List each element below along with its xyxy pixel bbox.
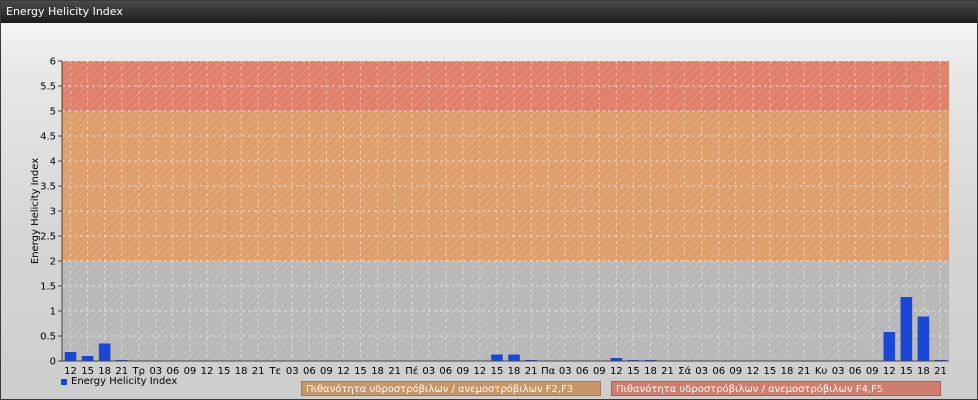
x-tick-label-29: 03 bbox=[559, 366, 572, 377]
x-tick-label-17: 15 bbox=[354, 366, 367, 377]
x-tick-label-10: 18 bbox=[235, 366, 248, 377]
x-tick-label-42: 18 bbox=[781, 366, 794, 377]
band-label-f2f3: Πιθανότητα υδροστρόβιλων / ανεμοστρόβιλω… bbox=[301, 381, 601, 396]
x-tick-label-26: 18 bbox=[508, 366, 521, 377]
bar-2 bbox=[98, 343, 111, 361]
x-tick-label-13: 03 bbox=[286, 366, 299, 377]
x-tick-label-35: 21 bbox=[661, 366, 674, 377]
y-tick-label-9: 4.5 bbox=[40, 132, 56, 143]
x-tick-label-34: 18 bbox=[644, 366, 657, 377]
x-tick-label-40: 12 bbox=[746, 366, 759, 377]
x-tick-label-9: 15 bbox=[218, 366, 231, 377]
y-tick-label-0: 0 bbox=[50, 357, 56, 368]
x-tick-label-24: 12 bbox=[474, 366, 487, 377]
x-tick-label-43: 21 bbox=[798, 366, 811, 377]
y-tick-label-3: 1.5 bbox=[40, 282, 56, 293]
x-tick-label-27: 21 bbox=[525, 366, 538, 377]
ehi-chart: 00.511.522.533.544.555.56 12 15 18 21 Τρ 03 06… bbox=[30, 57, 949, 377]
x-tick-label-12: Τε bbox=[268, 366, 281, 377]
bar-25 bbox=[491, 354, 503, 361]
y-tick-label-8: 4 bbox=[50, 157, 56, 168]
y-tick-label-1: 0.5 bbox=[40, 332, 56, 343]
x-tick-label-50: 18 bbox=[917, 366, 930, 377]
bar-26 bbox=[508, 354, 520, 361]
x-tick-label-23: 09 bbox=[456, 366, 469, 377]
band-label-f4f5: Πιθανότητα υδροστρόβιλων / ανεμοστρόβιλω… bbox=[611, 381, 941, 396]
y-tick-labels: 0 0.5 1 1.5 2 2.5 3 3.5 4 4.5 5 5.5 6 bbox=[40, 57, 56, 368]
x-tick-label-28: Πα bbox=[541, 366, 556, 377]
bar-49 bbox=[900, 297, 913, 361]
x-tick-label-48: 12 bbox=[883, 366, 896, 377]
x-tick-label-11: 21 bbox=[252, 366, 265, 377]
x-tick-label-22: 06 bbox=[439, 366, 452, 377]
x-tick-label-8: 12 bbox=[201, 366, 214, 377]
x-tick-label-19: 21 bbox=[388, 366, 401, 377]
x-tick-label-20: Πέ bbox=[405, 365, 418, 377]
y-tick-label-5: 2.5 bbox=[40, 232, 56, 243]
x-tick-label-16: 12 bbox=[337, 366, 350, 377]
y-axis-label: Energy Helicity Index bbox=[30, 158, 41, 264]
bar-48 bbox=[883, 332, 896, 361]
x-tick-label-31: 09 bbox=[593, 366, 606, 377]
x-tick-label-18: 18 bbox=[371, 366, 384, 377]
x-tick-label-39: 09 bbox=[729, 366, 742, 377]
y-tick-label-2: 1 bbox=[50, 307, 56, 318]
x-tick-label-32: 12 bbox=[610, 366, 623, 377]
y-tick-label-12: 6 bbox=[50, 57, 56, 68]
bar-0 bbox=[64, 352, 77, 361]
x-tick-label-36: Σά bbox=[678, 365, 691, 377]
x-tick-label-45: 03 bbox=[832, 366, 845, 377]
bar-1 bbox=[81, 356, 94, 361]
legend-label: Energy Helicity Index bbox=[71, 376, 178, 387]
x-tick-label-44: Κυ bbox=[815, 366, 828, 377]
x-tick-label-30: 06 bbox=[576, 366, 589, 377]
y-tick-label-10: 5 bbox=[50, 107, 56, 118]
x-tick-label-33: 15 bbox=[627, 366, 640, 377]
x-tick-label-15: 09 bbox=[320, 366, 333, 377]
legend-swatch bbox=[61, 378, 67, 385]
x-tick-label-25: 15 bbox=[491, 366, 504, 377]
y-tick-label-4: 2 bbox=[50, 257, 56, 268]
x-tick-label-49: 15 bbox=[900, 366, 913, 377]
x-tick-label-37: 03 bbox=[695, 366, 708, 377]
x-tick-label-38: 06 bbox=[712, 366, 725, 377]
x-tick-label-7: 09 bbox=[184, 366, 197, 377]
x-tick-label-41: 15 bbox=[764, 366, 777, 377]
x-tick-labels: 12 15 18 21 Τρ 03 06 09 12 15 18 21 Τε 03 06 09 12 15 18 21… bbox=[64, 365, 947, 377]
bar-50 bbox=[917, 316, 930, 361]
x-tick-label-21: 03 bbox=[422, 366, 435, 377]
y-tick-label-11: 5.5 bbox=[40, 82, 56, 93]
x-tick-label-46: 06 bbox=[849, 366, 862, 377]
y-tick-label-6: 3 bbox=[50, 207, 56, 218]
x-tick-label-51: 21 bbox=[934, 366, 947, 377]
chart-window: Energy Helicity Index 0 0.5 1 1.5 2 2.5 3 3.5 4 4… bbox=[0, 0, 978, 400]
legend: Energy Helicity Index bbox=[61, 376, 177, 387]
x-tick-label-47: 09 bbox=[866, 366, 879, 377]
x-tick-label-14: 06 bbox=[303, 366, 316, 377]
y-tick-label-7: 3.5 bbox=[40, 182, 56, 193]
